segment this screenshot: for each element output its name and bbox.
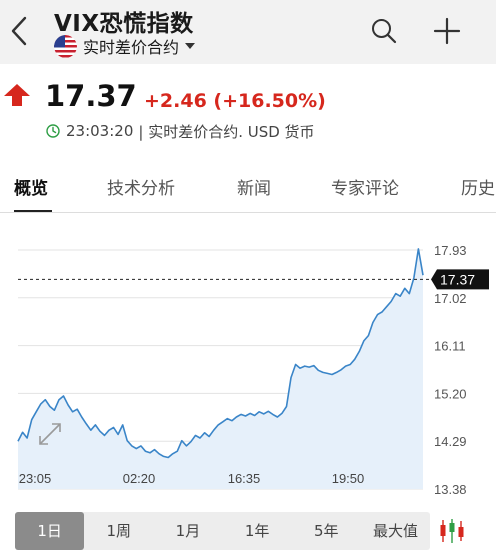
price-area bbox=[18, 248, 423, 489]
y-tick-label: 15.20 bbox=[434, 386, 467, 401]
price-chart[interactable]: 17.37 17.93 17.02 16.11 15.20 14.29 13.38 23:… bbox=[0, 213, 496, 503]
range-1d[interactable]: 1日 bbox=[15, 512, 85, 550]
page-title: VIX恐慌指数 bbox=[54, 11, 194, 37]
x-tick-label: 23:05 bbox=[19, 471, 52, 486]
x-tick-label: 16:35 bbox=[228, 471, 261, 486]
tab-history[interactable]: 历史 bbox=[461, 174, 495, 199]
up-arrow-icon bbox=[4, 84, 30, 106]
last-price-label: 17.37 bbox=[440, 271, 475, 287]
instrument-type-label: 实时差价合约 bbox=[83, 38, 180, 57]
x-tick-label: 02:20 bbox=[123, 471, 156, 486]
search-icon bbox=[372, 19, 397, 44]
time-range-selector: 1日 1周 1月 1年 5年 最大值 bbox=[15, 512, 430, 550]
quote-time: 23:03:20 bbox=[66, 122, 134, 140]
range-1m[interactable]: 1月 bbox=[153, 512, 222, 550]
chart-type-button[interactable] bbox=[431, 512, 473, 550]
y-tick-label: 17.02 bbox=[434, 291, 467, 306]
range-1y[interactable]: 1年 bbox=[223, 512, 292, 550]
range-1w[interactable]: 1周 bbox=[84, 512, 153, 550]
price-change: +2.46 (+16.50%) bbox=[144, 90, 326, 112]
last-price-marker: 17.37 bbox=[431, 269, 489, 290]
app-header: VIX恐慌指数 实时差价合约 bbox=[0, 0, 496, 64]
clock-icon bbox=[46, 124, 60, 138]
candlestick-icon bbox=[440, 519, 464, 543]
us-flag-icon bbox=[54, 34, 77, 58]
tab-overview[interactable]: 概览 bbox=[14, 174, 48, 199]
instrument-type-selector[interactable]: 实时差价合约 bbox=[54, 34, 196, 58]
quote-info: | 实时差价合约. USD 货币 bbox=[138, 122, 315, 141]
y-tick-label: 13.38 bbox=[434, 482, 467, 497]
tab-news[interactable]: 新闻 bbox=[237, 174, 271, 199]
y-tick-label: 14.29 bbox=[434, 434, 467, 449]
tab-technical-analysis[interactable]: 技术分析 bbox=[107, 174, 175, 199]
y-tick-label: 16.11 bbox=[434, 339, 466, 354]
range-max[interactable]: 最大值 bbox=[361, 512, 430, 550]
range-5y[interactable]: 5年 bbox=[292, 512, 361, 550]
chevron-left-icon bbox=[11, 16, 27, 46]
y-tick-label: 17.93 bbox=[434, 243, 467, 258]
quote-meta: 23:03:20 | 实时差价合约. USD 货币 bbox=[46, 121, 315, 141]
back-button[interactable] bbox=[4, 14, 34, 48]
caret-down-icon bbox=[185, 43, 196, 49]
last-price: 17.37 bbox=[45, 79, 137, 113]
price-chart-svg: 17.37 17.93 17.02 16.11 15.20 14.29 13.38 23:… bbox=[17, 243, 489, 497]
add-button[interactable] bbox=[430, 14, 464, 48]
plus-icon bbox=[433, 17, 461, 45]
search-button[interactable] bbox=[367, 14, 401, 48]
tab-bar: 概览 技术分析 新闻 专家评论 历史 bbox=[0, 160, 496, 213]
tab-expert-comments[interactable]: 专家评论 bbox=[331, 174, 399, 199]
x-tick-label: 19:50 bbox=[332, 471, 365, 486]
